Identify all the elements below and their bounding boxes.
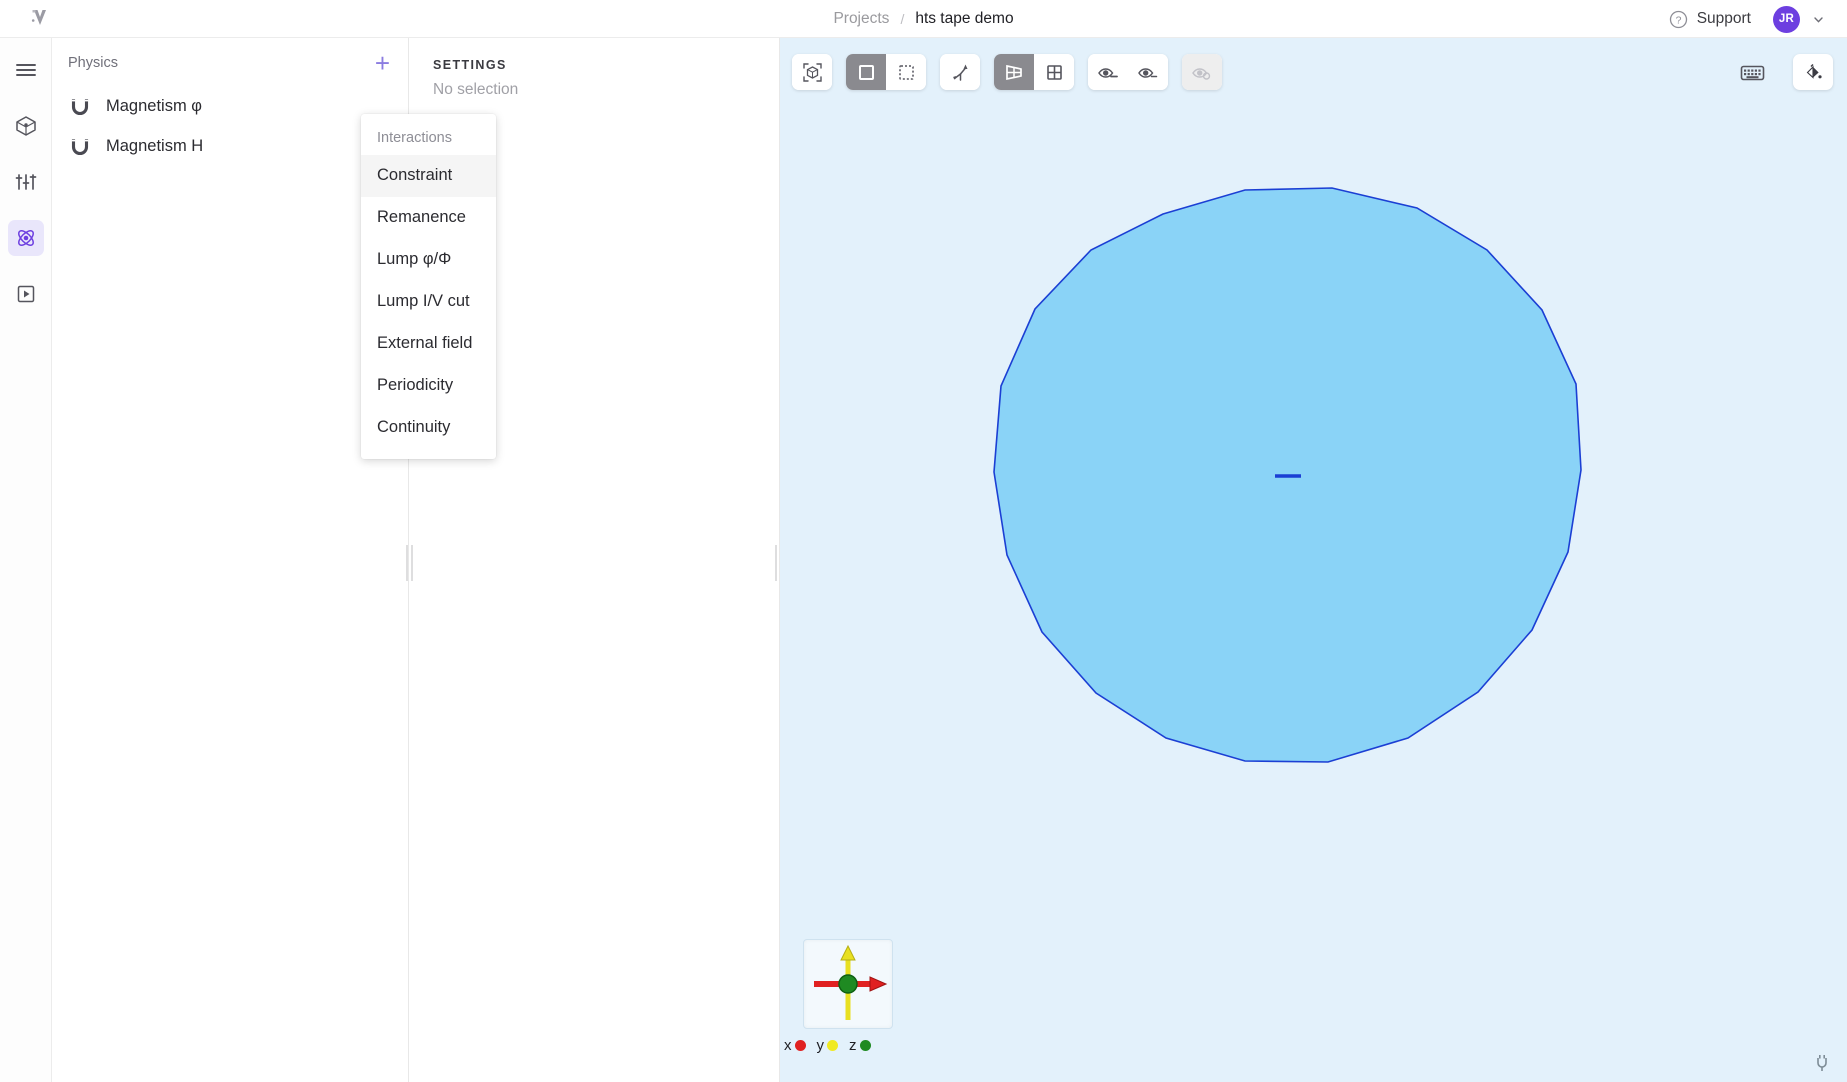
physics-panel: Physics + Magnetism φ Magnetism H [52, 38, 409, 1082]
physics-panel-header: Physics + [68, 50, 392, 76]
atom-icon [15, 227, 37, 249]
physics-list: Magnetism φ Magnetism H [52, 86, 408, 166]
sidebar-item-physics[interactable] [7, 220, 44, 256]
eye-disabled-icon [1182, 54, 1222, 90]
axis-legend: x y z [784, 1037, 878, 1054]
toolbar-group-view [994, 54, 1074, 90]
toolbar-group-transform [940, 54, 980, 90]
axis-label-y: y [816, 1037, 825, 1054]
menu-item-lump-phi[interactable]: Lump φ/Φ [361, 239, 496, 281]
app-root: Projects / hts tape demo ? Support JR Ph… [0, 0, 1847, 1082]
page-title: Physics [68, 55, 118, 71]
sliders-icon[interactable] [8, 164, 44, 200]
toolbar-group-fit [792, 54, 832, 90]
left-icon-rail [0, 38, 52, 1082]
toolbar-group-eye-disabled [1182, 54, 1222, 90]
question-circle-icon[interactable]: ? [1669, 10, 1688, 29]
axis-dot-y [827, 1040, 838, 1051]
keyboard-icon[interactable] [1735, 55, 1769, 89]
interactions-dropdown-menu: Interactions Constraint Remanence Lump φ… [361, 114, 496, 459]
fit-to-view-icon[interactable] [792, 54, 832, 90]
menu-item-lump-iv-cut[interactable]: Lump I/V cut [361, 281, 496, 323]
select-dashed-icon[interactable] [886, 54, 926, 90]
axis-dot-z [859, 1040, 871, 1051]
menu-item-external-field[interactable]: External field [361, 323, 496, 365]
axis-gizmo[interactable] [803, 939, 893, 1029]
show-eye-icon[interactable] [1128, 54, 1168, 90]
svg-text:?: ? [1675, 14, 1681, 26]
geometry-cube-icon[interactable] [8, 108, 44, 144]
viewport-canvas[interactable]: x y z [780, 38, 1847, 1082]
breadcrumb-projects[interactable]: Projects [833, 10, 889, 28]
list-item[interactable]: Magnetism H [52, 126, 408, 166]
breadcrumb-current-project[interactable]: hts tape demo [915, 10, 1013, 28]
axis-dot-x [794, 1040, 806, 1051]
axis-label-z: z [849, 1037, 857, 1054]
breadcrumb-separator: / [900, 11, 905, 27]
menu-item-remanence[interactable]: Remanence [361, 197, 496, 239]
axis-legend-x: x [784, 1037, 806, 1054]
transform-axes-icon[interactable] [940, 54, 980, 90]
toolbar-group-selection [846, 54, 926, 90]
topbar-actions: ? Support JR [1669, 0, 1825, 38]
perspective-view-icon[interactable] [994, 54, 1034, 90]
magnet-icon [69, 96, 91, 117]
grid-view-icon[interactable] [1034, 54, 1074, 90]
breadcrumb: Projects / hts tape demo [0, 0, 1847, 38]
toolbar-group-visibility [1088, 54, 1168, 90]
settings-heading: SETTINGS [433, 58, 507, 72]
axis-legend-z: z [849, 1037, 871, 1054]
select-solid-icon[interactable] [846, 54, 886, 90]
menu-item-constraint[interactable]: Constraint [361, 155, 496, 197]
menu-item-continuity[interactable]: Continuity [361, 407, 496, 449]
hide-eye-icon[interactable] [1088, 54, 1128, 90]
magnet-icon [69, 136, 91, 157]
menu-item-periodicity[interactable]: Periodicity [361, 365, 496, 407]
circle-polygon[interactable] [780, 38, 1847, 1082]
menu-icon[interactable] [8, 52, 44, 88]
dropdown-header: Interactions [377, 130, 452, 146]
add-physics-button[interactable]: + [373, 50, 392, 76]
list-item-label: Magnetism φ [106, 96, 202, 115]
power-plug-icon[interactable] [1811, 1052, 1833, 1074]
axis-label-x: x [784, 1037, 792, 1054]
top-bar: Projects / hts tape demo ? Support JR [0, 0, 1847, 38]
list-item-label: Magnetism H [106, 136, 204, 155]
list-item[interactable]: Magnetism φ [52, 86, 408, 126]
canvas-toolbar [792, 54, 1222, 90]
axis-legend-y: y [816, 1037, 838, 1054]
avatar[interactable]: JR [1773, 5, 1800, 33]
canvas-toolbar-right [1735, 54, 1833, 90]
panel-splitter-left[interactable] [406, 545, 413, 581]
play-box-icon[interactable] [8, 276, 44, 312]
support-link[interactable]: Support [1697, 10, 1751, 28]
chevron-down-icon[interactable] [1812, 13, 1825, 26]
paint-fill-icon[interactable] [1793, 54, 1833, 90]
settings-empty-state: No selection [433, 81, 519, 98]
